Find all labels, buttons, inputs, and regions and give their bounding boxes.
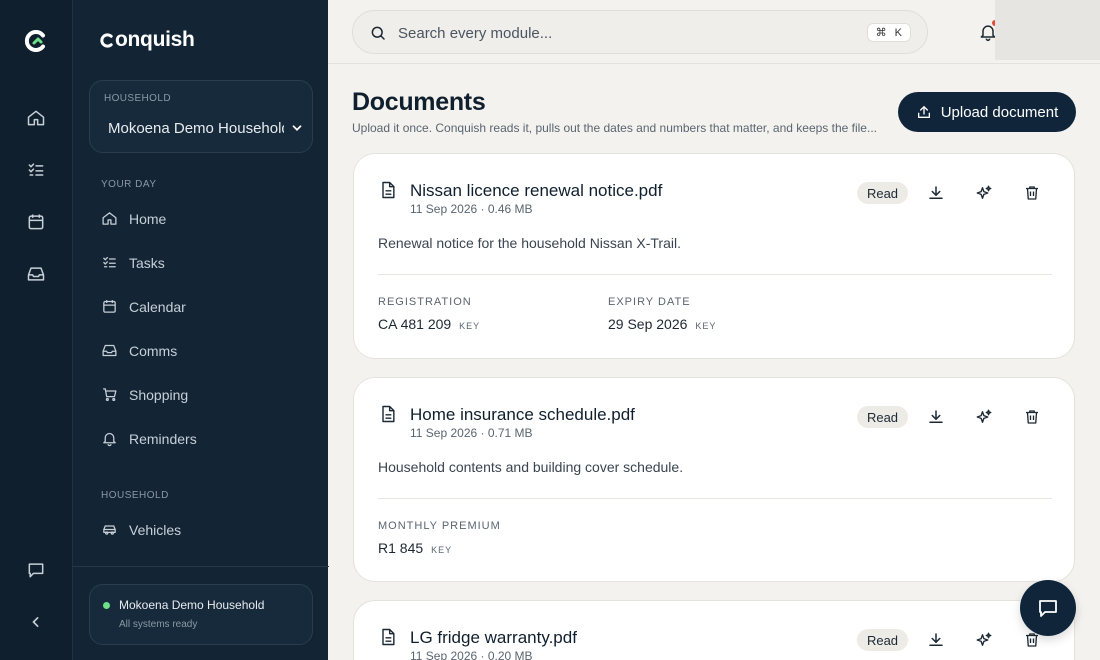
field-label: MONTHLY PREMIUM bbox=[378, 520, 501, 532]
document-card[interactable]: LG fridge warranty.pdf 11 Sep 2026 · 0.2… bbox=[353, 600, 1075, 660]
field-label: EXPIRY DATE bbox=[608, 296, 691, 308]
shortcut-modifier: ⌘ bbox=[875, 27, 887, 39]
sidebar-item-label: Comms bbox=[129, 342, 178, 359]
nav-section-your-day: YOUR DAY bbox=[101, 179, 157, 190]
household-select[interactable]: HOUSEHOLD Mokoena Demo Household bbox=[89, 80, 313, 153]
calendar-icon bbox=[103, 300, 116, 313]
document-card[interactable]: Home insurance schedule.pdf 11 Sep 2026 … bbox=[353, 377, 1075, 582]
key-tag: KEY bbox=[695, 321, 717, 331]
shortcut-key: K bbox=[894, 26, 902, 39]
collapse-sidebar-icon[interactable] bbox=[26, 612, 46, 632]
rail-inbox-icon[interactable] bbox=[26, 264, 46, 284]
brand-logo[interactable]: onquish bbox=[99, 28, 195, 52]
cart-icon bbox=[103, 388, 117, 402]
extracted-field: REGISTRATION CA 481 209 KEY bbox=[378, 296, 480, 332]
conquish-logo-icon bbox=[24, 30, 45, 52]
rail-chat-icon[interactable] bbox=[26, 560, 46, 580]
rail-home-icon[interactable] bbox=[26, 108, 46, 128]
bell-icon bbox=[103, 432, 116, 447]
sidebar-item-vehicles[interactable]: Vehicles bbox=[101, 521, 181, 538]
document-meta: 11 Sep 2026 · 0.20 MB bbox=[410, 649, 533, 660]
household-select-value: Mokoena Demo Household bbox=[108, 120, 284, 137]
card-divider bbox=[378, 498, 1052, 499]
rail-calendar-icon[interactable] bbox=[26, 212, 46, 232]
search-input[interactable]: Search every module... ⌘ K bbox=[352, 10, 928, 54]
top-bar: Search every module... ⌘ K bbox=[328, 0, 1100, 64]
household-select-caption: HOUSEHOLD bbox=[104, 93, 171, 104]
chat-bubble-icon bbox=[1039, 600, 1057, 617]
document-meta: 11 Sep 2026 · 0.71 MB bbox=[410, 426, 533, 440]
page-subtitle: Upload it once. Conquish reads it, pulls… bbox=[352, 121, 877, 135]
household-status-card[interactable]: Mokoena Demo Household All systems ready bbox=[89, 584, 313, 645]
tasks-icon bbox=[103, 256, 116, 268]
document-meta: 11 Sep 2026 · 0.46 MB bbox=[410, 202, 533, 216]
ai-sparkle-icon[interactable] bbox=[975, 631, 993, 649]
ai-sparkle-icon[interactable] bbox=[975, 408, 993, 426]
sidebar-item-label: Tasks bbox=[129, 254, 165, 271]
sidebar-item-tasks[interactable]: Tasks bbox=[101, 254, 165, 271]
search-placeholder: Search every module... bbox=[398, 25, 553, 42]
assistant-chat-button[interactable] bbox=[1020, 580, 1076, 636]
chevron-down-icon bbox=[292, 125, 302, 131]
sidebar-item-label: Vehicles bbox=[129, 521, 182, 538]
document-name[interactable]: Home insurance schedule.pdf bbox=[410, 405, 635, 425]
extracted-field: MONTHLY PREMIUM R1 845 KEY bbox=[378, 520, 501, 556]
sidebar-item-label: Home bbox=[129, 210, 167, 227]
read-status-badge: Read bbox=[857, 182, 908, 204]
sidebar-item-label: Shopping bbox=[129, 386, 189, 403]
read-status-badge: Read bbox=[857, 629, 908, 651]
download-icon[interactable] bbox=[927, 408, 945, 426]
user-menu-area[interactable] bbox=[995, 0, 1100, 60]
inbox-icon bbox=[102, 344, 117, 357]
upload-icon bbox=[917, 106, 930, 118]
nav-section-household: HOUSEHOLD bbox=[101, 490, 169, 501]
home-icon bbox=[102, 212, 117, 225]
key-tag: KEY bbox=[431, 545, 453, 555]
search-shortcut-badge: ⌘ K bbox=[866, 23, 911, 42]
upload-document-button[interactable]: Upload document bbox=[898, 92, 1076, 132]
download-icon[interactable] bbox=[927, 631, 945, 649]
status-dot bbox=[103, 602, 110, 609]
ai-sparkle-icon[interactable] bbox=[975, 184, 993, 202]
sidebar: onquish HOUSEHOLD Mokoena Demo Household… bbox=[72, 0, 329, 660]
sidebar-item-calendar[interactable]: Calendar bbox=[101, 298, 186, 315]
sidebar-item-reminders[interactable]: Reminders bbox=[101, 430, 197, 447]
trash-icon[interactable] bbox=[1023, 184, 1041, 202]
page-title: Documents bbox=[352, 88, 486, 116]
sidebar-item-label: Reminders bbox=[129, 430, 197, 447]
document-name[interactable]: Nissan licence renewal notice.pdf bbox=[410, 181, 662, 201]
sidebar-item-comms[interactable]: Comms bbox=[101, 342, 177, 359]
upload-button-label: Upload document bbox=[940, 103, 1059, 121]
status-text: All systems ready bbox=[119, 619, 198, 630]
field-value: CA 481 209 bbox=[378, 316, 452, 332]
file-icon bbox=[382, 405, 395, 423]
icon-rail bbox=[0, 0, 72, 660]
sidebar-footer: Mokoena Demo Household All systems ready bbox=[73, 566, 329, 660]
sidebar-item-label: Calendar bbox=[129, 298, 186, 315]
extracted-field: EXPIRY DATE 29 Sep 2026 KEY bbox=[608, 296, 716, 332]
brand-c-icon bbox=[100, 32, 113, 48]
document-card[interactable]: Nissan licence renewal notice.pdf 11 Sep… bbox=[353, 153, 1075, 359]
sidebar-item-home[interactable]: Home bbox=[101, 210, 166, 227]
file-icon bbox=[382, 181, 395, 199]
download-icon[interactable] bbox=[927, 184, 945, 202]
document-description: Household contents and building cover sc… bbox=[378, 459, 684, 475]
card-divider bbox=[378, 274, 1052, 275]
field-label: REGISTRATION bbox=[378, 296, 472, 308]
sidebar-item-shopping[interactable]: Shopping bbox=[101, 386, 188, 403]
brand-name: onquish bbox=[115, 28, 195, 51]
read-status-badge: Read bbox=[857, 406, 908, 428]
document-description: Renewal notice for the household Nissan … bbox=[378, 235, 681, 251]
field-value: 29 Sep 2026 bbox=[608, 316, 688, 332]
rail-tasks-icon[interactable] bbox=[26, 160, 46, 180]
car-icon bbox=[103, 525, 116, 535]
search-icon bbox=[371, 26, 385, 40]
status-household-name: Mokoena Demo Household bbox=[119, 598, 265, 612]
field-value: R1 845 bbox=[378, 540, 424, 556]
file-icon bbox=[382, 628, 395, 646]
key-tag: KEY bbox=[459, 321, 481, 331]
trash-icon[interactable] bbox=[1023, 408, 1041, 426]
document-name[interactable]: LG fridge warranty.pdf bbox=[410, 628, 577, 648]
